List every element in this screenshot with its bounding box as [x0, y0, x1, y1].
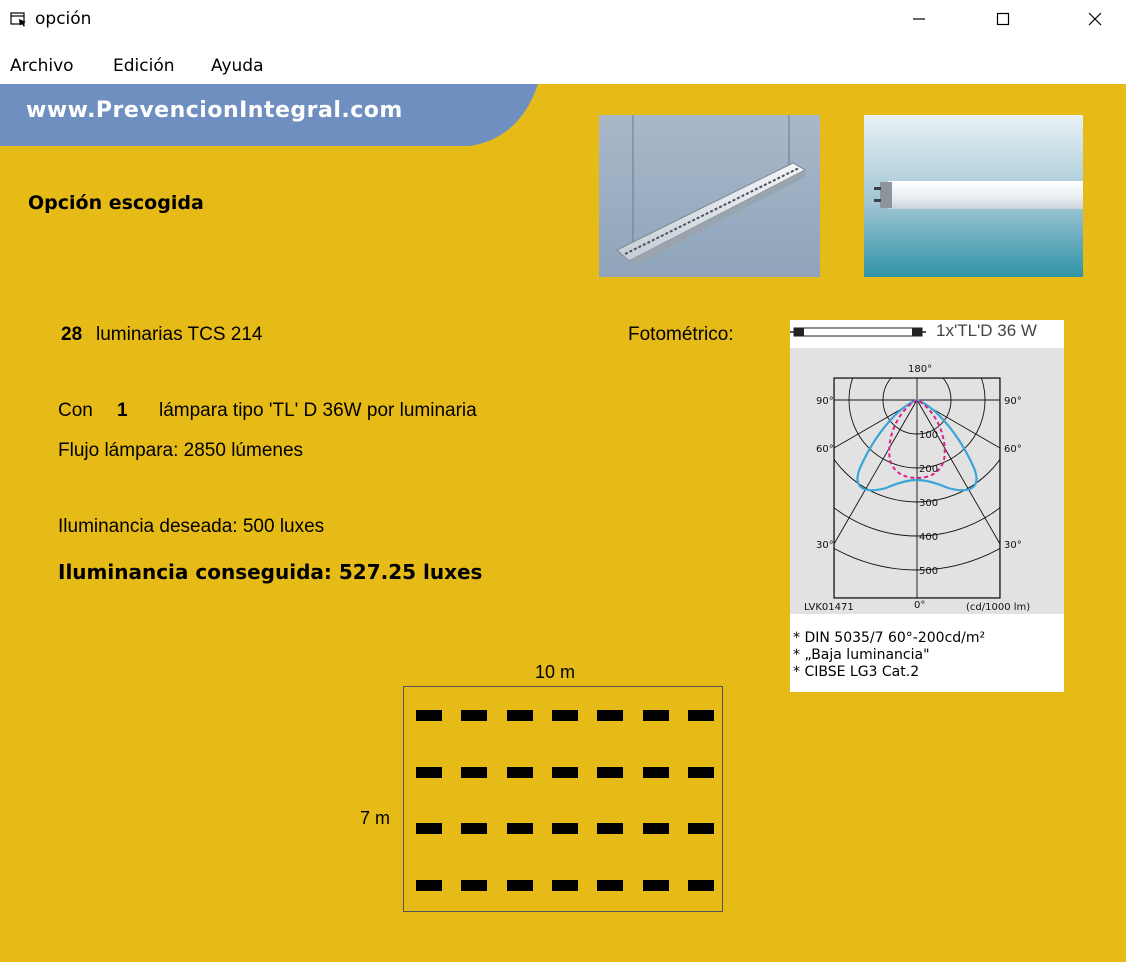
luminaire-marker: [416, 879, 442, 891]
luminaire-marker: [687, 710, 714, 721]
note-din: * DIN 5035/7 60°-200cd/m²: [793, 630, 986, 646]
luminaire-count: 28: [61, 324, 83, 345]
menu-ayuda[interactable]: Ayuda: [211, 56, 264, 76]
lamps-per-luminaire: 1: [117, 400, 128, 421]
luminaire-marker: [416, 766, 442, 778]
angle-0: 0°: [914, 600, 925, 611]
luminaire-marker: [597, 766, 624, 778]
luminaire-marker: [506, 823, 533, 834]
polar-diagram: 180° 90° 90° 60° 60° 30° 30° 0° 100 200 …: [790, 348, 1064, 614]
lamp-flux: Flujo lámpara: 2850 lúmenes: [58, 440, 304, 461]
luminaire-marker: [506, 879, 533, 891]
scale-400: 400: [919, 532, 938, 543]
client-area: www.PrevencionIntegral.com Opción escogi…: [0, 84, 1126, 962]
scale-100: 100: [919, 430, 938, 441]
luminaire-marker: [597, 710, 624, 721]
lamp-type: lámpara tipo 'TL' D 36W por luminaria: [159, 400, 477, 421]
luminaire-marker: [551, 823, 578, 834]
luminaire-marker: [461, 823, 488, 834]
note-cibse: * CIBSE LG3 Cat.2: [793, 664, 920, 680]
luminaire-marker: [687, 823, 714, 834]
luminaire-marker: [461, 710, 488, 721]
luminaire-marker: [597, 823, 624, 834]
minimize-icon: [913, 18, 925, 20]
luminaire-marker: [506, 710, 533, 721]
angle-60-right: 60°: [1004, 444, 1022, 455]
room-height-label: 7 m: [360, 808, 391, 828]
tube-lamp-photo: [864, 115, 1083, 277]
maximize-icon: [996, 12, 1010, 26]
luminaire-marker: [461, 766, 488, 778]
luminaire-marker: [642, 823, 669, 834]
menu-archivo[interactable]: Archivo: [10, 56, 74, 76]
angle-180: 180°: [908, 364, 932, 375]
luminaire-marker: [551, 766, 578, 778]
window-icon: [10, 12, 26, 27]
con-label: Con: [58, 400, 93, 421]
luminaire-model: luminarias TCS 214: [96, 324, 263, 345]
menu-bar: Archivo Edición Ayuda: [0, 52, 1126, 82]
diagram-unit: (cd/1000 lm): [966, 602, 1030, 613]
luminaire-marker: [551, 879, 578, 891]
luminaire-marker: [551, 710, 578, 721]
close-button[interactable]: [1072, 0, 1118, 38]
luminaire-marker: [416, 823, 442, 834]
maximize-button[interactable]: [980, 0, 1026, 38]
luminaire-marker: [416, 710, 442, 721]
desired-illuminance: Iluminancia deseada: 500 luxes: [58, 516, 325, 537]
angle-30-right: 30°: [1004, 540, 1022, 551]
scale-300: 300: [919, 498, 938, 509]
site-url: www.PrevencionIntegral.com: [26, 98, 403, 123]
luminaire-marker: [642, 766, 669, 778]
note-low-luminance: * „Baja luminancia": [793, 647, 930, 663]
luminaire-marker: [687, 766, 714, 778]
luminaire-marker: [597, 879, 624, 891]
scale-500: 500: [919, 566, 938, 577]
luminaire-photo: [599, 115, 820, 277]
luminaire-marker: [687, 879, 714, 891]
title-bar: opción: [0, 0, 1126, 40]
menu-edicion[interactable]: Edición: [113, 56, 175, 76]
scale-200: 200: [919, 464, 938, 475]
room-width-label: 10 m: [535, 662, 576, 682]
close-icon: [1088, 12, 1102, 26]
angle-90-left: 90°: [816, 396, 834, 407]
angle-30-left: 30°: [816, 540, 834, 551]
luminaire-marker: [642, 710, 669, 721]
room-plan: [403, 686, 723, 912]
luminaire-marker: [506, 766, 533, 778]
lamp-caption: 1x'TL'D 36 W: [936, 321, 1037, 340]
page-heading: Opción escogida: [28, 192, 204, 214]
angle-60-left: 60°: [816, 444, 834, 455]
photometric-label: Fotométrico:: [628, 324, 734, 345]
luminaire-marker: [461, 879, 488, 891]
minimize-button[interactable]: [896, 0, 942, 38]
luminaire-marker: [642, 879, 669, 891]
window-title: opción: [35, 9, 92, 29]
angle-90-right: 90°: [1004, 396, 1022, 407]
photometric-diagram-panel: 1x'TL'D 36 W 180° 90° 90° 60° 60° 30° 30…: [790, 320, 1064, 692]
diagram-code: LVK01471: [804, 602, 854, 613]
achieved-illuminance: Iluminancia conseguida: 527.25 luxes: [58, 560, 483, 584]
